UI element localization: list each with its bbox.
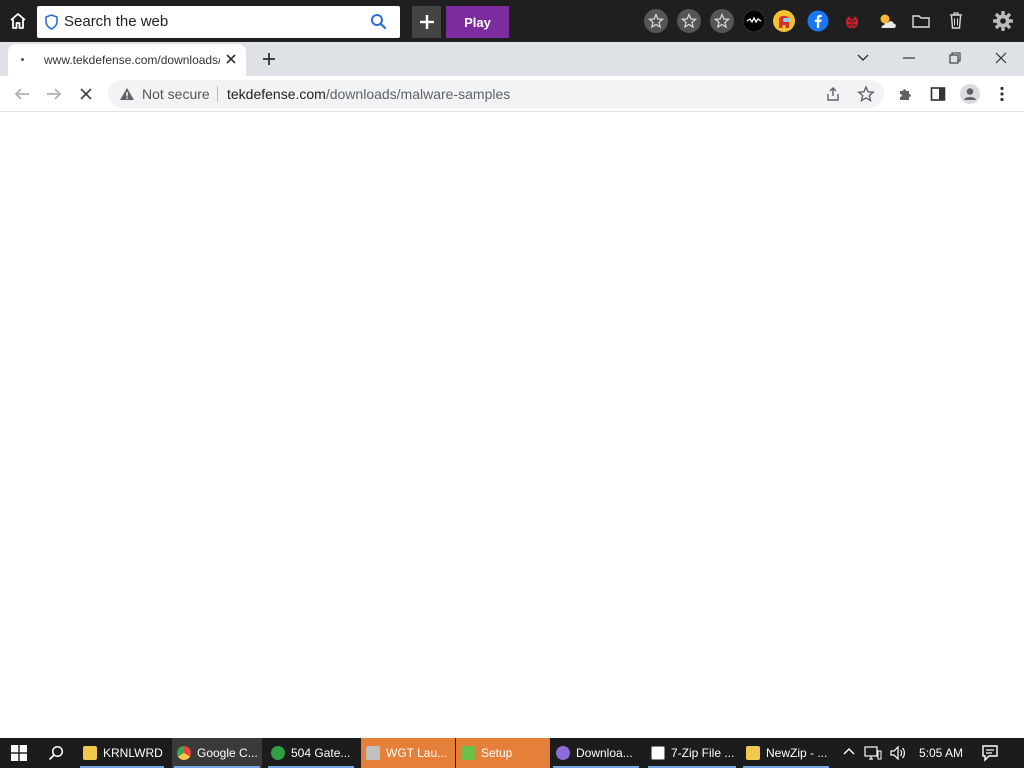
taskbar-item-label: 7-Zip File ... — [671, 746, 735, 760]
folder-icon[interactable] — [909, 9, 933, 33]
taskbar-item-krnlwrd[interactable]: KRNLWRD — [78, 738, 166, 768]
restore-icon — [949, 52, 961, 64]
browser-tab[interactable]: www.tekdefense.com/downloads/malware-sam… — [8, 44, 246, 76]
gear-icon[interactable] — [991, 9, 1015, 33]
taskbar-item-label: KRNLWRD — [103, 746, 163, 760]
close-icon — [995, 52, 1007, 64]
page-content-area — [0, 113, 1024, 738]
taskbar-item-wgt-launcher[interactable]: WGT Lau... — [361, 738, 455, 768]
web-search-box[interactable]: Search the web — [37, 6, 400, 38]
search-icon — [48, 745, 64, 761]
side-panel-button[interactable] — [926, 82, 950, 106]
taskbar-item-label: NewZip - ... — [766, 746, 828, 760]
top-toolbar: Search the web Play — [0, 0, 1024, 42]
new-tab-button[interactable] — [258, 48, 280, 70]
security-status-label[interactable]: Not secure — [142, 86, 210, 102]
taskbar-item-label: Google C... — [197, 746, 258, 760]
bookmark-star-icon[interactable] — [857, 85, 875, 103]
clock[interactable]: 5:05 AM — [919, 746, 963, 760]
avatar-icon — [959, 83, 981, 105]
trash-icon[interactable] — [944, 9, 968, 33]
taskbar: KRNLWRD Google C... 504 Gate... WGT Lau.… — [0, 738, 1024, 768]
chevron-up-icon[interactable] — [843, 747, 855, 755]
taskbar-item-setup[interactable]: Setup — [456, 738, 550, 768]
search-placeholder: Search the web — [64, 13, 169, 30]
forward-button[interactable] — [42, 82, 66, 106]
star-icon[interactable] — [710, 9, 734, 33]
ladybug-icon[interactable] — [840, 9, 864, 33]
share-icon[interactable] — [824, 85, 842, 103]
edge-icon — [271, 746, 285, 760]
home-button[interactable] — [4, 7, 32, 35]
url-host: tekdefense.com — [227, 86, 326, 102]
chevron-down-icon — [857, 54, 869, 62]
setup-icon — [461, 746, 475, 760]
windows-logo-icon — [11, 745, 27, 761]
side-panel-icon — [930, 86, 946, 102]
plus-icon — [418, 13, 436, 31]
tab-search-button[interactable] — [849, 46, 877, 70]
address-bar[interactable]: Not secure tekdefense.com/downloads/malw… — [108, 80, 884, 108]
tab-strip: www.tekdefense.com/downloads/malware-sam… — [0, 42, 1024, 76]
kebab-menu-icon — [1000, 86, 1004, 102]
taskbar-item-label: WGT Lau... — [386, 746, 448, 760]
tor-icon — [556, 746, 570, 760]
system-tray — [838, 738, 918, 768]
close-icon — [79, 87, 93, 101]
notification-center-icon[interactable] — [980, 743, 1000, 763]
url-text[interactable]: tekdefense.com/downloads/malware-samples — [227, 86, 510, 102]
tab-title: www.tekdefense.com/downloads/malware-sam… — [44, 53, 220, 67]
shield-icon — [44, 14, 59, 30]
star-icon[interactable] — [644, 9, 668, 33]
taskbar-item-chrome[interactable]: Google C... — [172, 738, 262, 768]
star-icon[interactable] — [677, 9, 701, 33]
taskbar-item-7zip[interactable]: 7-Zip File ... — [646, 738, 738, 768]
plus-icon — [262, 52, 276, 66]
taskbar-item-label: Downloa... — [576, 746, 633, 760]
installer-icon — [366, 746, 380, 760]
extensions-button[interactable] — [894, 82, 918, 106]
add-button[interactable] — [412, 6, 441, 38]
play-button[interactable]: Play — [446, 6, 509, 38]
start-button[interactable] — [0, 738, 38, 768]
stop-loading-button[interactable] — [74, 82, 98, 106]
arrow-left-icon — [13, 86, 31, 102]
browser-menu-button[interactable] — [990, 82, 1014, 106]
divider — [217, 86, 218, 102]
weather-icon[interactable] — [875, 9, 899, 33]
taskbar-search-button[interactable] — [40, 738, 72, 768]
network-icon[interactable] — [864, 745, 882, 761]
taskbar-item-504-gateway[interactable]: 504 Gate... — [266, 738, 356, 768]
url-path: /downloads/malware-samples — [325, 86, 511, 102]
profile-button[interactable] — [958, 82, 982, 106]
restore-button[interactable] — [941, 46, 969, 70]
game-icon[interactable] — [742, 9, 766, 33]
taskbar-item-label: 504 Gate... — [291, 746, 351, 760]
loading-favicon-icon — [21, 58, 24, 61]
puzzle-icon — [897, 85, 915, 103]
search-icon[interactable] — [370, 13, 387, 30]
chrome-icon — [177, 746, 191, 760]
volume-icon[interactable] — [889, 745, 907, 761]
warning-icon[interactable] — [119, 87, 135, 101]
navigation-bar: Not secure tekdefense.com/downloads/malw… — [0, 76, 1024, 112]
facebook-icon[interactable] — [806, 9, 830, 33]
folder-icon — [83, 746, 97, 760]
minimize-button[interactable] — [895, 46, 923, 70]
close-tab-icon[interactable] — [224, 52, 238, 66]
taskbar-item-newzip[interactable]: NewZip - ... — [741, 738, 831, 768]
7zip-icon — [651, 746, 665, 760]
taskbar-item-downloads[interactable]: Downloa... — [551, 738, 641, 768]
among-us-icon[interactable] — [772, 9, 796, 33]
home-icon — [8, 11, 28, 31]
close-window-button[interactable] — [987, 46, 1015, 70]
back-button[interactable] — [10, 82, 34, 106]
archive-icon — [746, 746, 760, 760]
arrow-right-icon — [45, 86, 63, 102]
taskbar-item-label: Setup — [481, 746, 513, 760]
minimize-icon — [903, 57, 915, 59]
